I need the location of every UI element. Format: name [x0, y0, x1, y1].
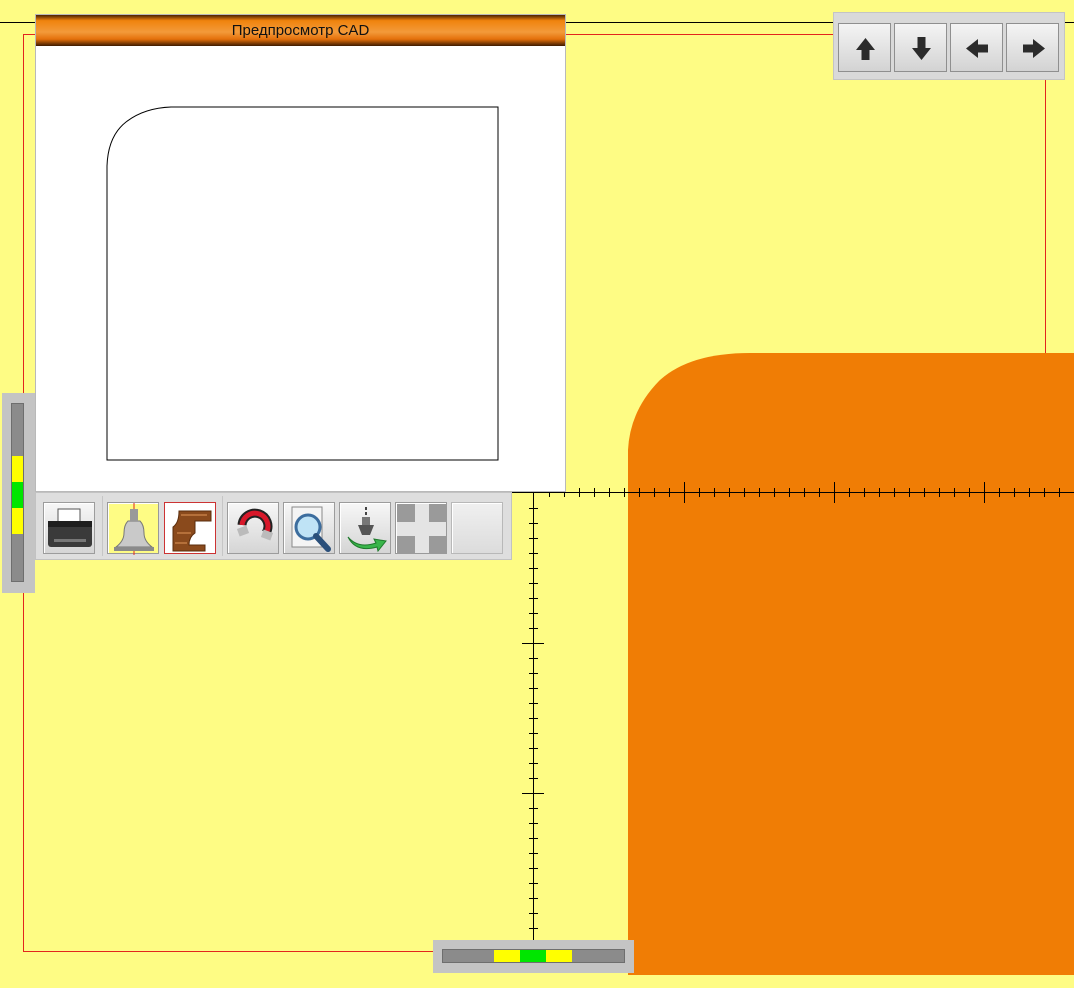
nav-up-button[interactable] — [838, 23, 891, 72]
arrow-right-icon — [1023, 39, 1045, 58]
magnet-icon — [236, 508, 274, 541]
nav-right-button[interactable] — [1006, 23, 1059, 72]
workpiece — [628, 353, 1074, 975]
blank-icon — [452, 503, 504, 555]
move-cross-icon — [397, 504, 447, 554]
vertical-indicator-green — [12, 482, 23, 508]
magnifier-document-icon — [291, 506, 331, 552]
horizontal-scroll-indicator[interactable] — [433, 940, 634, 973]
vertical-indicator-track — [11, 403, 24, 582]
toolbar-group-print — [36, 496, 103, 556]
vertical-scroll-indicator[interactable] — [2, 393, 35, 593]
move-center-button[interactable] — [395, 502, 447, 554]
profile-view-button[interactable] — [107, 502, 159, 555]
horizontal-indicator-yellow-left — [494, 950, 520, 962]
nav-left-button[interactable] — [950, 23, 1003, 72]
blank-button[interactable] — [451, 502, 503, 554]
router-bit-profile-icon — [114, 503, 154, 555]
arrow-left-icon — [966, 39, 988, 58]
zoom-button[interactable] — [283, 502, 335, 554]
wood-profile-button[interactable] — [164, 502, 216, 554]
vertical-indicator-yellow-bottom — [12, 508, 23, 534]
snap-button[interactable] — [227, 502, 279, 554]
horizontal-indicator-green — [520, 950, 546, 962]
nav-down-button[interactable] — [894, 23, 947, 72]
cad-outline — [106, 106, 499, 461]
wood-profile-icon — [172, 510, 212, 552]
cad-preview-window: Предпросмотр CAD — [35, 14, 566, 492]
toolbar-group-profile — [103, 496, 223, 556]
print-button[interactable] — [43, 502, 95, 554]
toolbar-group-tools — [223, 496, 511, 556]
cad-preview-title: Предпросмотр CAD — [36, 15, 565, 46]
cad-drawing — [106, 106, 499, 461]
arrow-down-icon — [912, 37, 931, 60]
tool-change-button[interactable] — [339, 502, 391, 554]
horizontal-indicator-track — [442, 949, 625, 963]
vertical-indicator-yellow-top — [12, 456, 23, 482]
arrow-up-icon — [856, 38, 875, 60]
router-tool-rotate-icon — [347, 507, 387, 553]
navigation-panel — [833, 12, 1065, 80]
preview-toolbar — [35, 492, 512, 560]
horizontal-indicator-yellow-right — [546, 950, 572, 962]
printer-icon — [48, 508, 92, 547]
